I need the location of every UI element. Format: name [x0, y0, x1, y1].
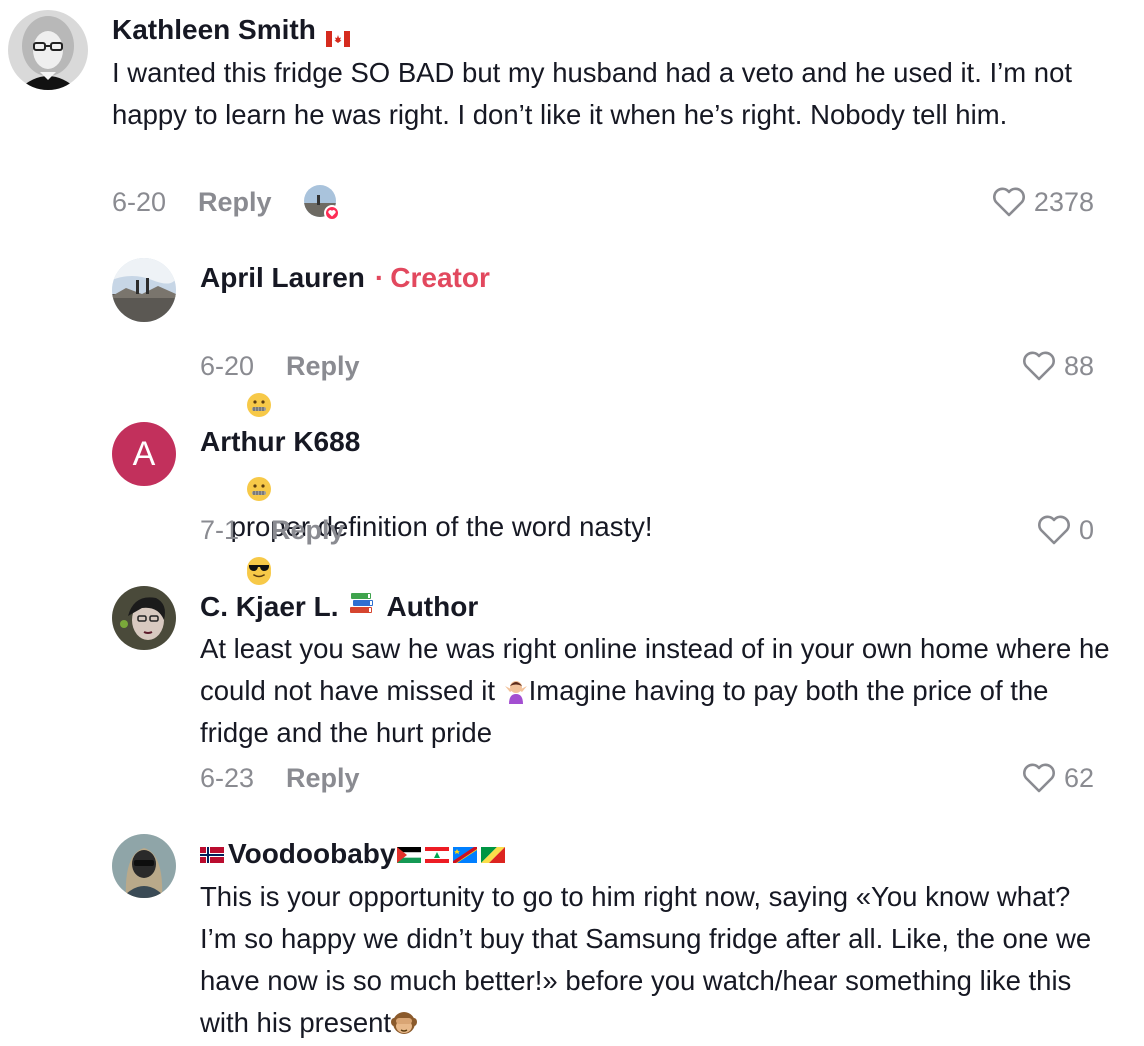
creator-badge: Creator: [390, 262, 490, 293]
comment-author-name[interactable]: C. Kjaer L.: [200, 591, 338, 623]
heart-outline-icon: [1022, 763, 1055, 793]
comment-author-name[interactable]: Arthur K688: [200, 426, 360, 458]
comment-author-row: Arthur K688: [200, 426, 360, 458]
heart-outline-icon: [1022, 351, 1055, 381]
comment-date: 7-1: [200, 514, 240, 545]
comment-text: At least you saw he was right online ins…: [200, 628, 1110, 754]
heart-outline-icon: [992, 187, 1025, 217]
comment-meta: 6-20 Reply: [200, 348, 360, 384]
avatar[interactable]: [8, 10, 88, 90]
reply-button[interactable]: Reply: [286, 351, 360, 382]
comment-meta: 6-20 Reply: [112, 184, 340, 221]
author-badge: Author: [386, 590, 479, 622]
like-button[interactable]: 62: [1022, 760, 1094, 796]
person-shrugging-icon: [503, 675, 529, 706]
canada-flag-icon: [325, 22, 350, 47]
comment-author-name[interactable]: April Lauren: [200, 262, 365, 294]
avatar[interactable]: [112, 258, 176, 322]
avatar[interactable]: [112, 834, 176, 898]
see-no-evil-monkey-icon: [391, 1007, 418, 1038]
reply-button[interactable]: Reply: [271, 515, 345, 546]
like-count: 62: [1063, 762, 1094, 793]
heart-outline-icon: [1037, 515, 1070, 545]
comment-date: 6-23: [200, 762, 255, 793]
comment-author-row: Voodoobaby: [200, 838, 506, 870]
comment-author-name[interactable]: Kathleen Smith: [112, 14, 316, 46]
comment-text: This is your opportunity to go to him ri…: [200, 876, 1110, 1044]
comment-text-body: This is your opportunity to go to him ri…: [200, 881, 1099, 1038]
reply-button[interactable]: Reply: [286, 763, 360, 794]
like-count: 0: [1078, 514, 1094, 545]
creator-liked-avatar: [303, 185, 340, 221]
comment-author-row: Kathleen Smith: [112, 14, 350, 47]
like-count: 2378: [1033, 186, 1094, 217]
like-button[interactable]: 0: [1037, 512, 1094, 548]
comment-author-row: April Lauren · Creator: [200, 262, 490, 294]
dr-congo-flag-icon: [453, 838, 478, 870]
like-count: 88: [1063, 350, 1094, 381]
like-button[interactable]: 2378: [992, 184, 1094, 220]
comment-author-name[interactable]: Voodoobaby: [228, 838, 395, 870]
palestine-flag-icon: [397, 838, 422, 870]
comment-meta: 6-23 Reply: [200, 760, 360, 796]
comment-date: 6-20: [112, 186, 167, 217]
lebanon-flag-icon: [425, 838, 450, 870]
comment-meta: 7-1 Reply: [200, 512, 345, 548]
congo-flag-icon: [481, 838, 506, 870]
avatar[interactable]: A: [112, 422, 176, 486]
books-icon: [348, 590, 376, 623]
comment-text: I wanted this fridge SO BAD but my husba…: [112, 57, 1080, 130]
comment-author-row: C. Kjaer L. Author: [200, 590, 478, 623]
avatar[interactable]: [112, 586, 176, 650]
reply-button[interactable]: Reply: [198, 187, 272, 218]
norway-flag-icon: [200, 838, 224, 870]
badge-separator: ·: [374, 262, 385, 293]
like-button[interactable]: 88: [1022, 348, 1094, 384]
comment-date: 6-20: [200, 350, 255, 381]
